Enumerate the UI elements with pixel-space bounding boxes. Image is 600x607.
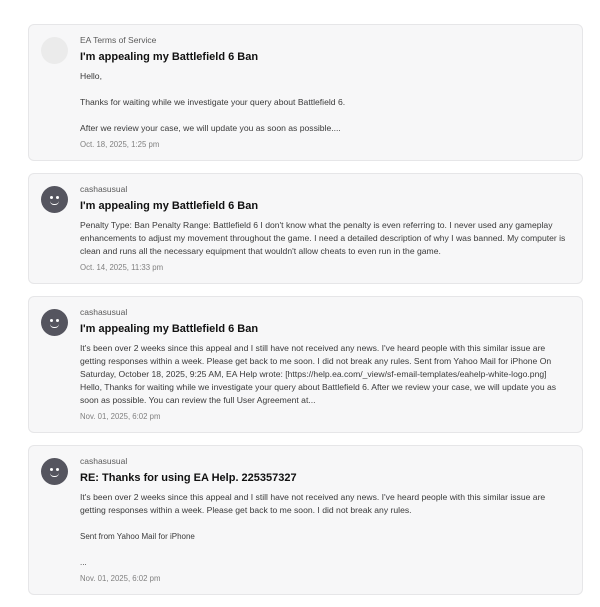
message-card[interactable]: cashasusual I'm appealing my Battlefield… bbox=[28, 296, 583, 433]
blank-avatar-icon bbox=[41, 37, 68, 64]
message-timestamp: Nov. 01, 2025, 6:02 pm bbox=[80, 412, 161, 421]
message-timestamp: Oct. 14, 2025, 11:33 pm bbox=[80, 263, 164, 272]
message-subject: I'm appealing my Battlefield 6 Ban bbox=[80, 200, 259, 212]
message-subject: I'm appealing my Battlefield 6 Ban bbox=[80, 51, 259, 63]
message-sender: cashasusual bbox=[80, 456, 128, 466]
smiley-face-avatar-icon bbox=[41, 186, 68, 213]
message-timestamp: Nov. 01, 2025, 6:02 pm bbox=[80, 574, 161, 583]
message-sender: cashasusual bbox=[80, 184, 128, 194]
message-thread: EA Terms of Service I'm appealing my Bat… bbox=[28, 24, 583, 607]
smiley-face-avatar-icon bbox=[41, 458, 68, 485]
message-body: Penalty Type: Ban Penalty Range: Battlef… bbox=[80, 219, 570, 258]
quoted-text-ellipsis[interactable]: ... bbox=[80, 556, 570, 569]
smiley-face-avatar-icon bbox=[41, 309, 68, 336]
message-card[interactable]: cashasusual RE: Thanks for using EA Help… bbox=[28, 445, 583, 595]
message-timestamp: Oct. 18, 2025, 1:25 pm bbox=[80, 140, 160, 149]
message-card[interactable]: cashasusual I'm appealing my Battlefield… bbox=[28, 173, 583, 284]
message-sender: EA Terms of Service bbox=[80, 35, 157, 45]
message-subject: RE: Thanks for using EA Help. 225357327 bbox=[80, 472, 297, 484]
message-paragraph: Thanks for waiting while we investigate … bbox=[80, 97, 346, 107]
message-card[interactable]: EA Terms of Service I'm appealing my Bat… bbox=[28, 24, 583, 161]
message-body: It's been over 2 weeks since this appeal… bbox=[80, 342, 570, 407]
message-paragraph: It's been over 2 weeks since this appeal… bbox=[80, 492, 546, 515]
message-body: It's been over 2 weeks since this appeal… bbox=[80, 491, 570, 569]
message-paragraph: Penalty Type: Ban Penalty Range: Battlef… bbox=[80, 220, 566, 256]
message-subject: I'm appealing my Battlefield 6 Ban bbox=[80, 323, 259, 335]
message-sender: cashasusual bbox=[80, 307, 128, 317]
message-paragraph: After we review your case, we will updat… bbox=[80, 123, 341, 133]
message-paragraph: It's been over 2 weeks since this appeal… bbox=[80, 343, 557, 405]
message-body: Hello, Thanks for waiting while we inves… bbox=[80, 70, 570, 135]
message-signature: Sent from Yahoo Mail for iPhone bbox=[80, 532, 195, 541]
message-paragraph: Hello, bbox=[80, 71, 102, 81]
